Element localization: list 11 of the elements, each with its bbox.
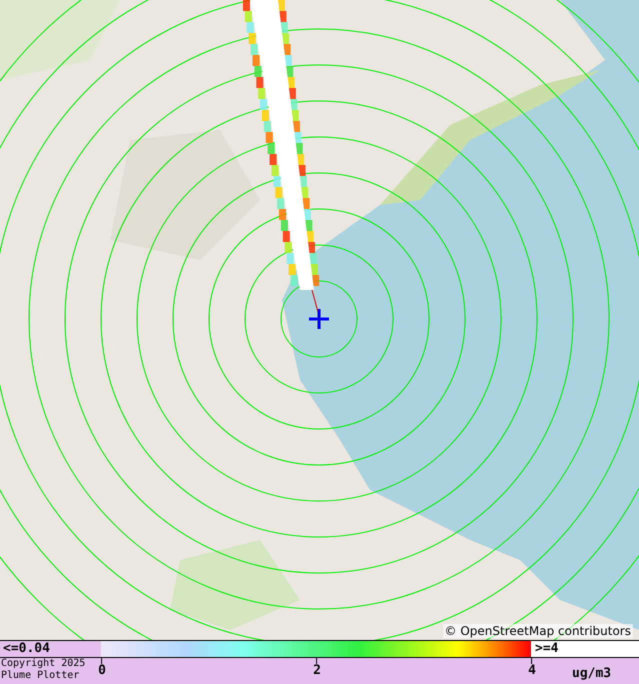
scale-tick-label: 2 — [313, 664, 321, 678]
copyright-text: Copyright 2025 — [1, 658, 86, 670]
high-limit-label: >=4 — [531, 641, 639, 657]
unit-label: ug/m3 — [572, 666, 612, 683]
scale-tick-label: 0 — [98, 664, 106, 678]
plume-center-line — [312, 290, 318, 312]
map-view[interactable]: © OpenStreetMap contributors — [0, 0, 639, 640]
source-cross-icon — [309, 309, 329, 329]
scale-tick-label: 4 — [528, 664, 536, 678]
map-attribution[interactable]: © OpenStreetMap contributors — [442, 624, 633, 638]
copyright-text: Plume Plotter — [1, 670, 80, 682]
